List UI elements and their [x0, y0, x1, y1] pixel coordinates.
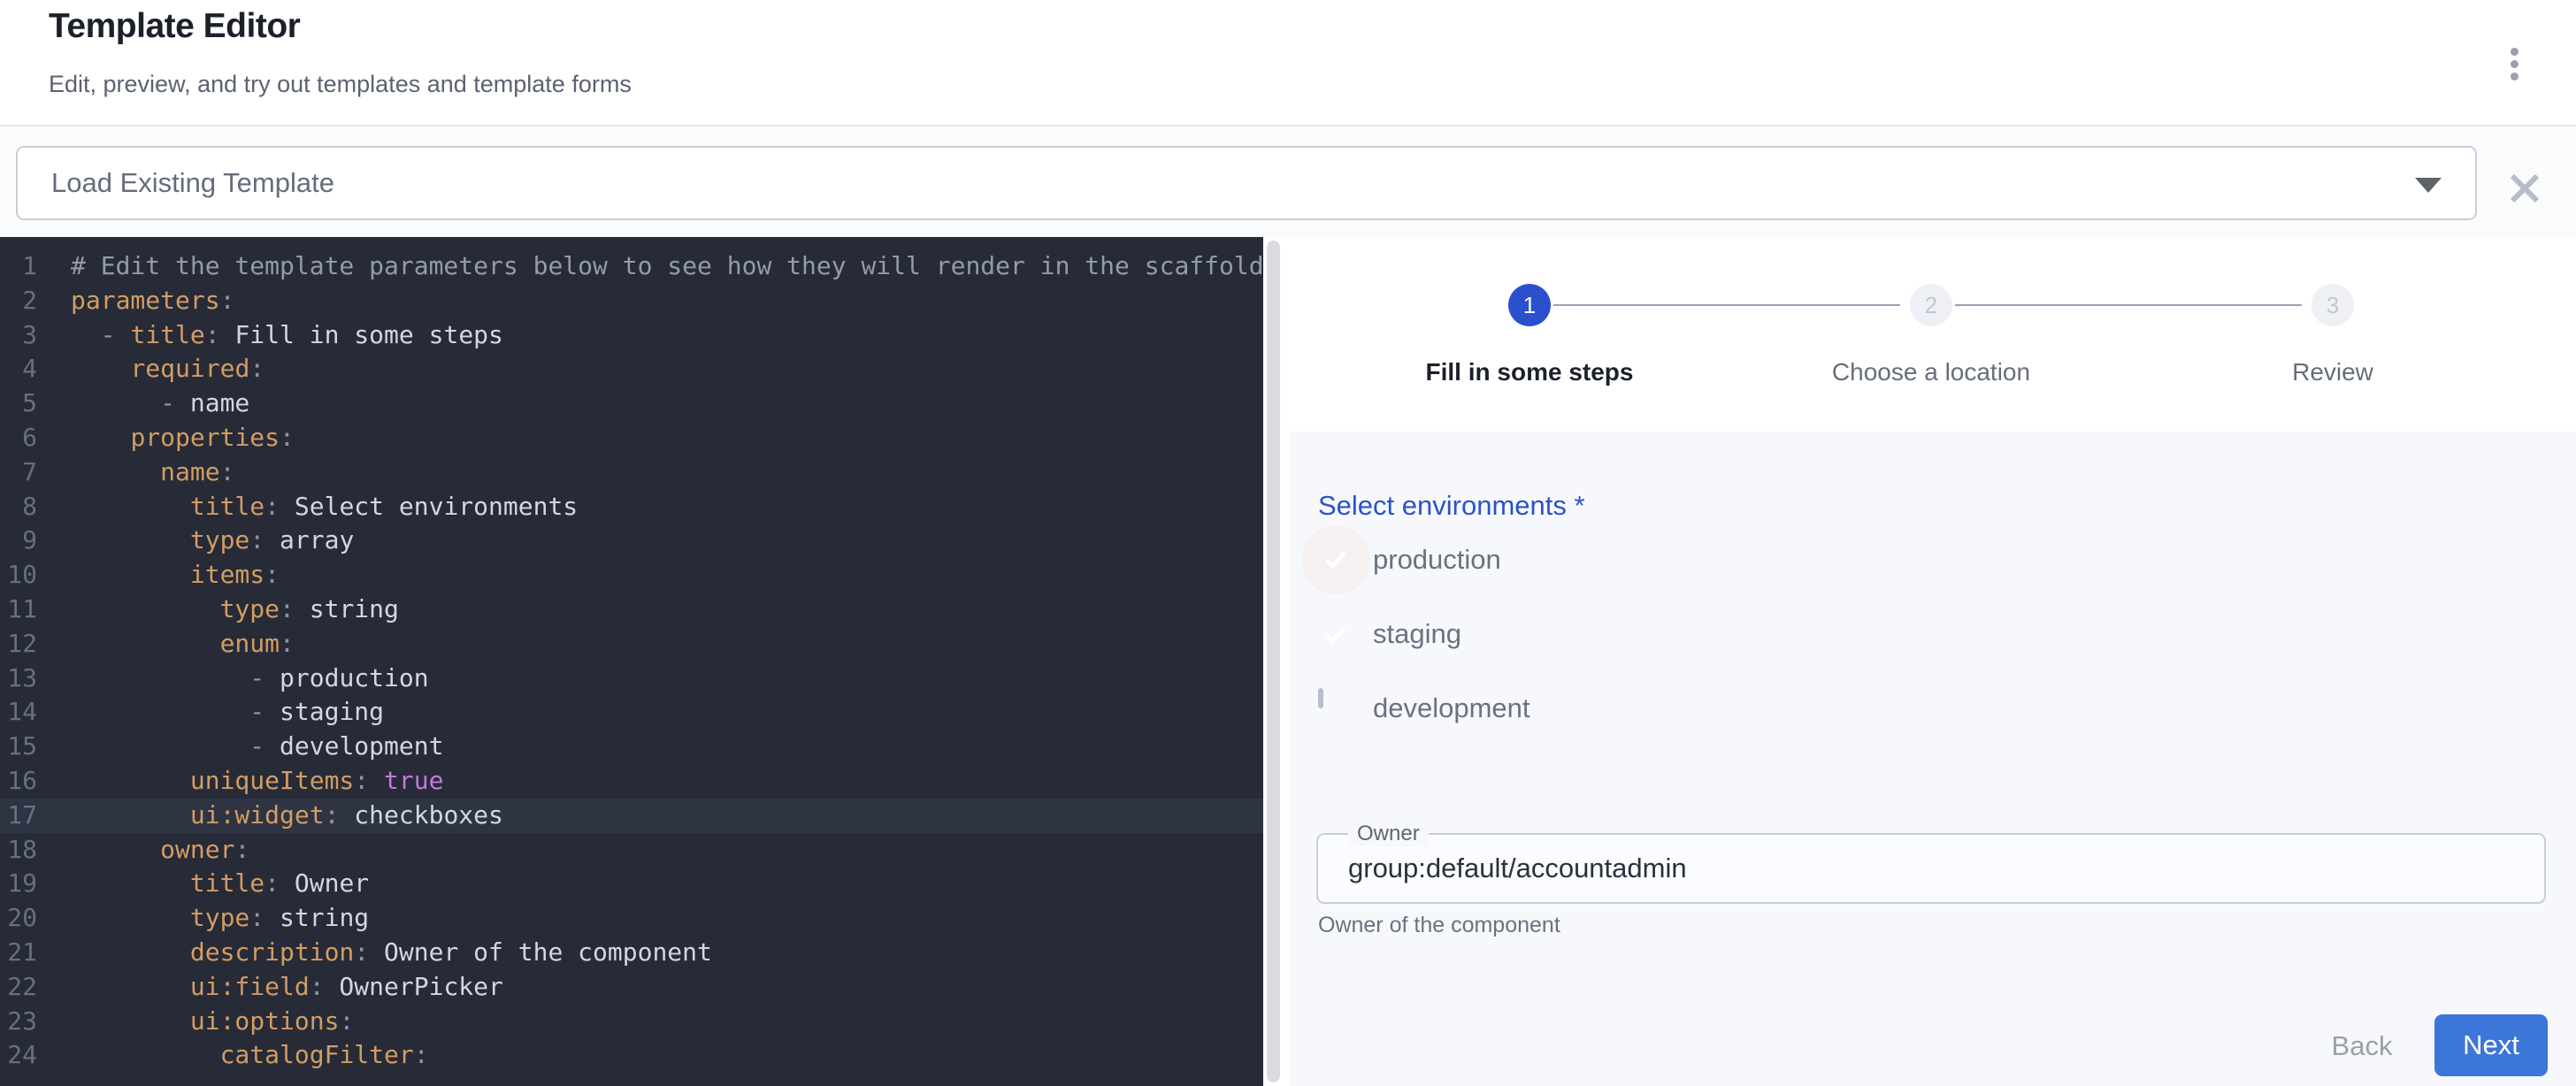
- page-subtitle: Edit, preview, and try out templates and…: [49, 71, 632, 98]
- code-line: 12 enum:: [0, 627, 1263, 662]
- line-number: 8: [0, 490, 58, 524]
- line-number: 11: [0, 593, 58, 627]
- checkbox-production[interactable]: production: [1318, 523, 1530, 597]
- line-number: 21: [0, 936, 58, 970]
- step-2-indicator: 2: [1910, 284, 1952, 326]
- code-line: 18 owner:: [0, 833, 1263, 868]
- back-button[interactable]: Back: [2304, 1019, 2419, 1074]
- checkbox-box: [1318, 542, 1353, 577]
- checkbox-development[interactable]: development: [1318, 671, 1530, 746]
- line-number: 1: [0, 249, 58, 284]
- chevron-down-icon: [2415, 178, 2442, 193]
- line-number: 17: [0, 799, 58, 833]
- line-number: 20: [0, 901, 58, 936]
- code-line: 16 uniqueItems: true: [0, 764, 1263, 799]
- code-line: 8 title: Select environments: [0, 490, 1263, 524]
- select-environments-text: Select environments: [1318, 490, 1567, 521]
- step-1-label: Fill in some steps: [1426, 358, 1634, 386]
- step-2-number: 2: [1925, 292, 1937, 319]
- line-number: 23: [0, 1005, 58, 1039]
- environment-checkbox-group: production staging development: [1318, 523, 1530, 746]
- code-line: 14 - staging: [0, 695, 1263, 730]
- next-button[interactable]: Next: [2434, 1014, 2548, 1076]
- step-3-indicator: 3: [2312, 284, 2354, 326]
- checkbox-label: development: [1373, 692, 1530, 724]
- line-number: 12: [0, 627, 58, 662]
- code-line: 11 type: string: [0, 593, 1263, 627]
- line-number: 15: [0, 730, 58, 764]
- line-number: 13: [0, 662, 58, 696]
- stepper-connector: [1553, 304, 1900, 306]
- checkbox-label: staging: [1373, 618, 1461, 650]
- code-editor[interactable]: 1# Edit the template parameters below to…: [0, 237, 1263, 1086]
- load-template-select[interactable]: Load Existing Template: [16, 146, 2477, 220]
- code-line: 7 name:: [0, 455, 1263, 490]
- line-number: 4: [0, 352, 58, 386]
- line-number: 22: [0, 970, 58, 1005]
- code-line: 1# Edit the template parameters below to…: [0, 249, 1263, 284]
- line-number: 16: [0, 764, 58, 799]
- checkbox-box: [1318, 691, 1353, 726]
- code-line: 10 items:: [0, 558, 1263, 593]
- code-line: 3 - title: Fill in some steps: [0, 318, 1263, 353]
- line-number: 5: [0, 386, 58, 421]
- line-number: 19: [0, 867, 58, 901]
- line-number: 6: [0, 421, 58, 455]
- code-line: 24 catalogFilter:: [0, 1038, 1263, 1073]
- line-number: 9: [0, 524, 58, 558]
- line-number: 18: [0, 833, 58, 868]
- close-icon: [2505, 169, 2544, 208]
- code-line: 6 properties:: [0, 421, 1263, 455]
- required-asterisk: *: [1575, 490, 1585, 521]
- code-line: 2parameters:: [0, 284, 1263, 318]
- more-vertical-icon: [2511, 60, 2518, 68]
- code-line: 13 - production: [0, 662, 1263, 696]
- owner-helper-text: Owner of the component: [1318, 913, 1560, 938]
- page-header: Template Editor Edit, preview, and try o…: [0, 0, 2576, 126]
- form-panel: Select environments * production staging d…: [1290, 432, 2576, 1086]
- step-2-label: Choose a location: [1832, 358, 2030, 386]
- code-line: 21 description: Owner of the component: [0, 936, 1263, 970]
- step-3-number: 3: [2327, 292, 2339, 319]
- code-line: 5 - name: [0, 386, 1263, 421]
- code-line: 22 ui:field: OwnerPicker: [0, 970, 1263, 1005]
- step-3-label: Review: [2292, 358, 2373, 386]
- code-line: 4 required:: [0, 352, 1263, 386]
- template-preview-pane: 1 2 3 Fill in some steps Choose a locati…: [1290, 237, 2576, 1086]
- more-vertical-icon: [2511, 73, 2518, 80]
- step-1-number: 1: [1523, 292, 1536, 319]
- close-button[interactable]: [2505, 169, 2544, 208]
- template-loader-row: Load Existing Template: [0, 128, 2576, 237]
- more-vertical-icon: [2511, 48, 2518, 56]
- unchecked-checkbox-icon: [1318, 688, 1323, 708]
- checkbox-box: [1318, 616, 1353, 652]
- checkbox-staging[interactable]: staging: [1318, 597, 1530, 671]
- load-template-select-value: Load Existing Template: [51, 148, 334, 218]
- line-number: 2: [0, 284, 58, 318]
- line-number: 10: [0, 558, 58, 593]
- checkbox-label: production: [1373, 544, 1501, 576]
- code-line: 23 ui:options:: [0, 1005, 1263, 1039]
- page-title: Template Editor: [49, 7, 300, 46]
- code-line: 17 ui:widget: checkboxes: [0, 799, 1263, 833]
- line-number: 24: [0, 1038, 58, 1073]
- line-number: 7: [0, 455, 58, 490]
- editor-scrollbar[interactable]: [1267, 241, 1280, 1082]
- stepper-connector: [1955, 304, 2302, 306]
- code-line: 19 title: Owner: [0, 867, 1263, 901]
- step-1-indicator: 1: [1508, 284, 1551, 326]
- code-line: 20 type: string: [0, 901, 1263, 936]
- select-environments-label: Select environments *: [1318, 490, 1585, 522]
- owner-input-value: group:default/accountadmin: [1348, 835, 1687, 902]
- code-line: 9 type: array: [0, 524, 1263, 558]
- line-number: 3: [0, 318, 58, 353]
- template-editor-page: Template Editor Edit, preview, and try o…: [0, 0, 2576, 1086]
- code-line: 15 - development: [0, 730, 1263, 764]
- more-menu-button[interactable]: [2495, 41, 2534, 87]
- line-number: 14: [0, 695, 58, 730]
- owner-input[interactable]: Owner group:default/accountadmin: [1316, 833, 2546, 904]
